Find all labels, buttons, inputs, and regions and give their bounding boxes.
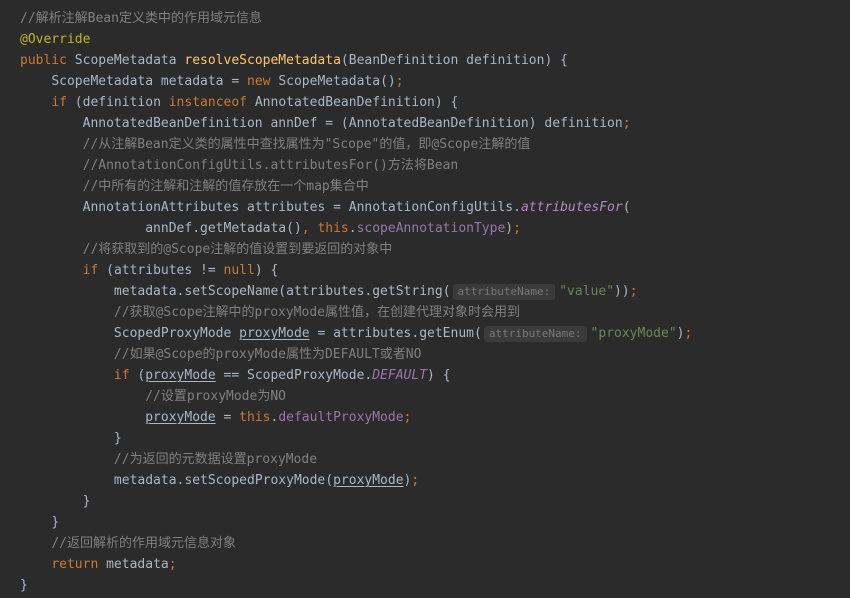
code-line: //AnnotationConfigUtils.attributesFor()方… xyxy=(20,155,850,176)
keyword-if: if xyxy=(83,263,99,278)
method-call: attributesFor xyxy=(521,200,623,215)
keyword-if: if xyxy=(51,95,67,110)
comment: //设置proxyMode为NO xyxy=(145,389,286,404)
type: AnnotatedBeanDefinition xyxy=(349,116,529,131)
param-hint: attributeName: xyxy=(453,284,556,300)
type: ScopedProxyMode xyxy=(247,368,364,383)
code-line: annDef.getMetadata(), this.scopeAnnotati… xyxy=(20,218,850,239)
variable: metadata xyxy=(161,74,224,89)
comment: //如果@Scope的proxyMode属性为DEFAULT或者NO xyxy=(114,347,422,362)
keyword-this: this xyxy=(317,221,348,236)
variable: annDef xyxy=(145,221,192,236)
method-call: setScopedProxyMode xyxy=(184,473,325,488)
variable: proxyMode xyxy=(333,473,403,488)
code-line: //中所有的注解和注解的值存放在一个map集合中 xyxy=(20,176,850,197)
variable: definition xyxy=(544,116,622,131)
keyword-public: public xyxy=(20,53,67,68)
variable: attributes xyxy=(286,284,364,299)
keyword-null: null xyxy=(224,263,255,278)
param: definition xyxy=(466,53,544,68)
code-line: //获取@Scope注解中的proxyMode属性值，在创建代理对象时会用到 xyxy=(20,302,850,323)
code-line: } xyxy=(20,428,850,449)
code-line: } xyxy=(20,575,850,596)
code-line: if (attributes != null) { xyxy=(20,260,850,281)
field: defaultProxyMode xyxy=(278,410,403,425)
enum-constant: DEFAULT xyxy=(372,368,427,383)
string-literal: "value" xyxy=(559,284,614,299)
variable: attributes xyxy=(333,326,411,341)
type: ScopeMetadata xyxy=(51,74,153,89)
keyword-if: if xyxy=(114,368,130,383)
type: AnnotatedBeanDefinition xyxy=(255,95,435,110)
variable: proxyMode xyxy=(239,326,309,341)
variable: metadata xyxy=(114,284,177,299)
code-viewer: //解析注解Bean定义类中的作用域元信息 @Override public S… xyxy=(20,8,850,596)
variable: metadata xyxy=(114,473,177,488)
method-call: getEnum xyxy=(419,326,474,341)
code-line: //设置proxyMode为NO xyxy=(20,386,850,407)
code-line: //如果@Scope的proxyMode属性为DEFAULT或者NO xyxy=(20,344,850,365)
type: AnnotationConfigUtils xyxy=(349,200,513,215)
variable: definition xyxy=(83,95,161,110)
code-line: ScopeMetadata metadata = new ScopeMetada… xyxy=(20,71,850,92)
code-line: AnnotationAttributes attributes = Annota… xyxy=(20,197,850,218)
comment: //中所有的注解和注解的值存放在一个map集合中 xyxy=(83,179,369,194)
string-literal: "proxyMode" xyxy=(591,326,677,341)
keyword-return: return xyxy=(51,557,98,572)
comment: //返回解析的作用域元信息对象 xyxy=(51,536,236,551)
code-line: //为返回的元数据设置proxyMode xyxy=(20,449,850,470)
comment: //为返回的元数据设置proxyMode xyxy=(114,452,317,467)
constructor: ScopeMetadata xyxy=(278,74,380,89)
type: ScopeMetadata xyxy=(75,53,177,68)
code-line: ScopedProxyMode proxyMode = attributes.g… xyxy=(20,323,850,344)
param-hint: attributeName: xyxy=(484,326,587,342)
code-line: AnnotatedBeanDefinition annDef = (Annota… xyxy=(20,113,850,134)
variable: annDef xyxy=(270,116,317,131)
code-line: if (definition instanceof AnnotatedBeanD… xyxy=(20,92,850,113)
code-line: metadata.setScopeName(attributes.getStri… xyxy=(20,281,850,302)
comment: //AnnotationConfigUtils.attributesFor()方… xyxy=(83,158,459,173)
method-name: resolveScopeMetadata xyxy=(184,53,341,68)
annotation-override: @Override xyxy=(20,32,90,47)
comment: //获取@Scope注解中的proxyMode属性值，在创建代理对象时会用到 xyxy=(114,305,520,320)
method-call: setScopeName xyxy=(184,284,278,299)
code-line: return metadata; xyxy=(20,554,850,575)
type: BeanDefinition xyxy=(349,53,459,68)
code-line: public ScopeMetadata resolveScopeMetadat… xyxy=(20,50,850,71)
comment: //解析注解Bean定义类中的作用域元信息 xyxy=(20,11,262,26)
field: scopeAnnotationType xyxy=(357,221,506,236)
code-line: //将获取到的@Scope注解的值设置到要返回的对象中 xyxy=(20,239,850,260)
variable: proxyMode xyxy=(145,410,215,425)
type: AnnotatedBeanDefinition xyxy=(83,116,263,131)
variable: attributes xyxy=(247,200,325,215)
method-call: getString xyxy=(372,284,442,299)
code-line: if (proxyMode == ScopedProxyMode.DEFAULT… xyxy=(20,365,850,386)
code-line: //解析注解Bean定义类中的作用域元信息 xyxy=(20,8,850,29)
variable: attributes xyxy=(114,263,192,278)
code-line: @Override xyxy=(20,29,850,50)
code-line: metadata.setScopedProxyMode(proxyMode); xyxy=(20,470,850,491)
type: AnnotationAttributes xyxy=(83,200,240,215)
code-line: } xyxy=(20,512,850,533)
code-line: proxyMode = this.defaultProxyMode; xyxy=(20,407,850,428)
comment: //将获取到的@Scope注解的值设置到要返回的对象中 xyxy=(83,242,393,257)
keyword-this: this xyxy=(239,410,270,425)
code-line: } xyxy=(20,491,850,512)
code-line: //返回解析的作用域元信息对象 xyxy=(20,533,850,554)
code-line: //从注解Bean定义类的属性中查找属性为"Scope"的值，即@Scope注解… xyxy=(20,134,850,155)
variable: proxyMode xyxy=(145,368,215,383)
method-call: getMetadata xyxy=(200,221,286,236)
type: ScopedProxyMode xyxy=(114,326,231,341)
keyword-new: new xyxy=(247,74,270,89)
variable: metadata xyxy=(106,557,169,572)
keyword-instanceof: instanceof xyxy=(169,95,247,110)
comment: //从注解Bean定义类的属性中查找属性为"Scope"的值，即@Scope注解… xyxy=(83,137,531,152)
